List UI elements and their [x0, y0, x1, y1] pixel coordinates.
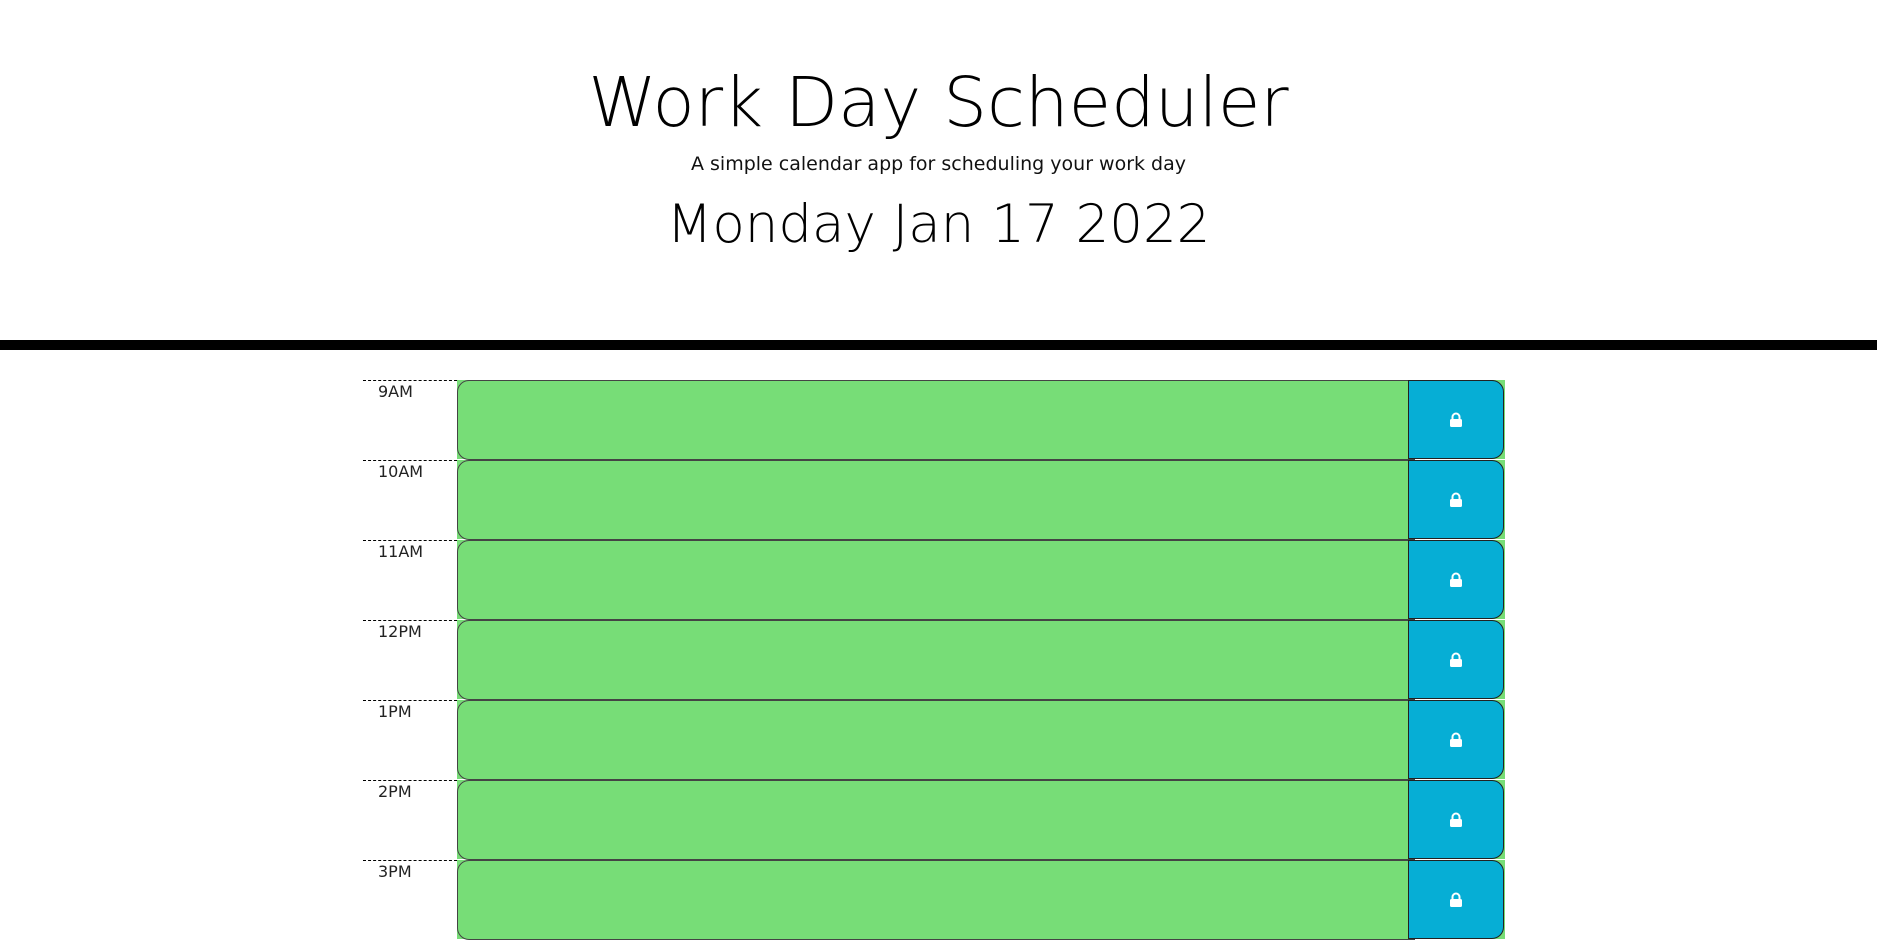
lock-icon: [1449, 892, 1463, 908]
description-input[interactable]: [457, 860, 1415, 940]
description-input[interactable]: [457, 700, 1415, 780]
lock-icon: [1449, 412, 1463, 428]
time-block-12pm: 12PM: [363, 620, 1505, 700]
hour-label: 2PM: [363, 780, 457, 859]
time-block-2pm: 2PM: [363, 780, 1505, 860]
description-input[interactable]: [457, 460, 1415, 540]
page-title: Work Day Scheduler: [588, 63, 1289, 143]
header: Work Day Scheduler A simple calendar app…: [0, 0, 1877, 350]
description-input[interactable]: [457, 380, 1415, 460]
hour-label: 3PM: [363, 860, 457, 939]
hour-label: 9AM: [363, 380, 457, 459]
save-button[interactable]: [1408, 540, 1504, 619]
page-subtitle: A simple calendar app for scheduling you…: [690, 153, 1187, 175]
description-input[interactable]: [457, 540, 1415, 620]
lock-icon: [1449, 572, 1463, 588]
lock-icon: [1449, 492, 1463, 508]
time-block-10am: 10AM: [363, 460, 1505, 540]
lock-icon: [1449, 812, 1463, 828]
time-block-9am: 9AM: [363, 380, 1505, 460]
save-button[interactable]: [1408, 380, 1504, 459]
lock-icon: [1449, 732, 1463, 748]
save-button[interactable]: [1408, 700, 1504, 779]
hour-label: 11AM: [363, 540, 457, 619]
time-block-1pm: 1PM: [363, 700, 1505, 780]
current-day: Monday Jan 17 2022: [666, 194, 1211, 255]
hour-label: 12PM: [363, 620, 457, 699]
time-block-11am: 11AM: [363, 540, 1505, 620]
save-button[interactable]: [1408, 860, 1504, 939]
hour-label: 10AM: [363, 460, 457, 539]
save-button[interactable]: [1408, 620, 1504, 699]
save-button[interactable]: [1408, 780, 1504, 859]
time-block-list: 9AM 10AM 11AM 12PM 1PM 2PM 3PM: [363, 380, 1505, 940]
description-input[interactable]: [457, 780, 1415, 860]
save-button[interactable]: [1408, 460, 1504, 539]
time-block-3pm: 3PM: [363, 860, 1505, 940]
lock-icon: [1449, 652, 1463, 668]
hour-label: 1PM: [363, 700, 457, 779]
description-input[interactable]: [457, 620, 1415, 700]
